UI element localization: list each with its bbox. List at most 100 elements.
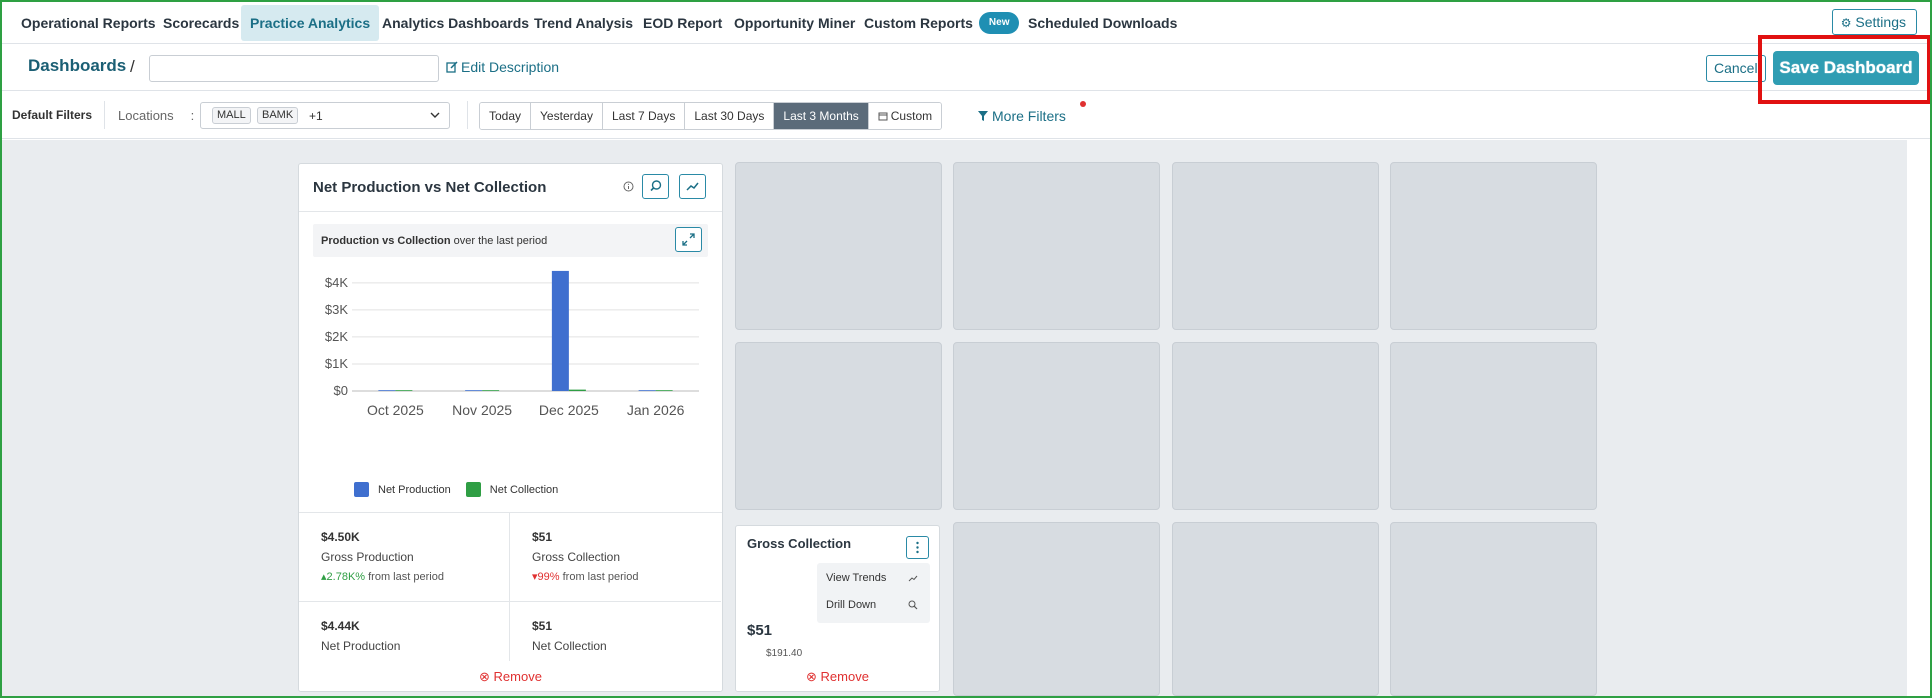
nav-scheduled-downloads[interactable]: Scheduled Downloads — [1019, 5, 1186, 41]
range-yesterday[interactable]: Yesterday — [531, 103, 603, 129]
calendar-icon — [878, 112, 888, 121]
locations-label: Locations: — [118, 108, 195, 123]
menu-item-view-trends[interactable]: View Trends — [826, 572, 918, 584]
range-last-30-days[interactable]: Last 30 Days — [685, 103, 775, 129]
legend-item-net-collection: Net Collection — [465, 482, 558, 497]
remove-card-button[interactable]: ⊗ Remove — [299, 661, 722, 691]
empty-tile[interactable] — [1172, 162, 1379, 330]
expand-chart-button[interactable] — [675, 227, 702, 252]
bar-net-collection — [655, 390, 673, 391]
nav-opportunity-miner[interactable]: Opportunity Miner — [725, 5, 864, 41]
menu-item-drill-down[interactable]: Drill Down — [826, 599, 918, 611]
empty-tile[interactable] — [735, 342, 942, 510]
card-title: Gross Collection — [747, 536, 852, 551]
magnifier-icon — [908, 600, 918, 610]
info-icon[interactable] — [623, 181, 634, 192]
divider — [467, 101, 468, 129]
nav-analytics-dashboards[interactable]: Analytics Dashboards — [373, 5, 538, 41]
empty-tile[interactable] — [1390, 342, 1597, 510]
empty-tile[interactable] — [1172, 522, 1379, 696]
view-trends-button[interactable] — [679, 174, 706, 199]
chart-legend: Net Production Net Collection — [354, 482, 573, 497]
scrollbar-track[interactable] — [1907, 140, 1930, 696]
kebab-icon — [916, 541, 919, 554]
close-circle-icon: ⊗ — [479, 669, 490, 684]
y-tick-label: $1K — [325, 356, 348, 371]
settings-button[interactable]: ⚙ Settings — [1831, 9, 1917, 35]
filter-indicator-dot — [1080, 101, 1086, 107]
magnifier-icon — [650, 180, 662, 192]
gear-icon: ⚙ — [1840, 16, 1852, 30]
location-chip: BAMK — [257, 107, 299, 124]
top-nav: Operational Reports Scorecards Practice … — [2, 2, 1930, 44]
bar-net-collection — [568, 389, 586, 391]
legend-swatch — [354, 482, 369, 497]
nav-operational-reports[interactable]: Operational Reports — [12, 5, 165, 41]
close-circle-icon: ⊗ — [806, 669, 817, 684]
remove-card-button[interactable]: ⊗ Remove — [736, 661, 939, 691]
chart-subtitle: Production vs Collection over the last p… — [321, 235, 548, 247]
edit-icon — [446, 61, 458, 73]
range-last-3-months[interactable]: Last 3 Months — [774, 103, 869, 129]
stat-gross-production: $4.50K Gross Production ▴2.78K% from las… — [299, 513, 510, 602]
date-range-group: Today Yesterday Last 7 Days Last 30 Days… — [479, 102, 943, 130]
bar-chart: $0 $1K $2K $3K $4K Oct 2025 Nov 2025 Dec 2025 Ja… — [325, 270, 699, 418]
y-tick-label: $3K — [325, 302, 348, 317]
trend-icon — [908, 575, 918, 582]
net-production-vs-collection-card: Net Production vs Net Collection Product… — [298, 163, 723, 692]
nav-custom-reports[interactable]: Custom Reports New — [855, 5, 1028, 41]
empty-tile[interactable] — [735, 162, 942, 330]
bar-net-production — [378, 390, 396, 391]
breadcrumb-dashboards[interactable]: Dashboards — [28, 56, 126, 76]
cancel-button[interactable]: Cancel — [1706, 55, 1766, 82]
range-custom[interactable]: Custom — [868, 103, 942, 129]
y-tick-label: $4K — [325, 275, 348, 290]
more-filters-button[interactable]: More Filters — [977, 108, 1066, 124]
x-tick-label: Oct 2025 — [367, 402, 424, 418]
divider — [104, 101, 105, 129]
filter-icon — [978, 111, 988, 121]
bar-net-collection — [395, 390, 413, 391]
default-filters-label: Default Filters — [12, 108, 93, 122]
nav-trend-analysis[interactable]: Trend Analysis — [525, 5, 642, 41]
empty-tile[interactable] — [953, 522, 1160, 696]
metric-comparison: $191.40 — [766, 648, 803, 659]
x-tick-label: Nov 2025 — [452, 402, 512, 418]
drill-down-button[interactable] — [642, 174, 669, 199]
card-title: Net Production vs Net Collection — [313, 179, 547, 196]
filter-bar: Default Filters Locations: MALL BAMK +1 … — [2, 92, 1930, 139]
card-menu-button[interactable] — [906, 536, 929, 559]
empty-tile[interactable] — [1390, 522, 1597, 696]
expand-icon — [682, 233, 695, 246]
locations-select[interactable]: MALL BAMK +1 — [200, 102, 450, 129]
breadcrumb-separator: / — [130, 57, 135, 76]
bar-net-production — [551, 270, 569, 391]
nav-scorecards[interactable]: Scorecards — [154, 5, 248, 41]
stat-gross-collection: $51 Gross Collection ▾99% from last peri… — [510, 513, 721, 602]
locations-more-count: +1 — [309, 109, 323, 123]
x-tick-label: Dec 2025 — [539, 402, 599, 418]
save-dashboard-button[interactable]: Save Dashboard — [1773, 51, 1919, 85]
trend-icon — [686, 182, 699, 191]
empty-tile[interactable] — [1390, 162, 1597, 330]
divider — [299, 211, 722, 212]
empty-tile[interactable] — [953, 342, 1160, 510]
chart-subtitle-row: Production vs Collection over the last p… — [313, 224, 708, 257]
nav-practice-analytics[interactable]: Practice Analytics — [241, 5, 380, 41]
dashboard-name-input[interactable] — [149, 55, 439, 82]
empty-tile[interactable] — [953, 162, 1160, 330]
range-last-7-days[interactable]: Last 7 Days — [602, 103, 686, 129]
chevron-down-icon — [430, 112, 440, 118]
y-tick-label: $2K — [325, 329, 348, 344]
location-chip: MALL — [212, 107, 251, 124]
empty-tile[interactable] — [1172, 342, 1379, 510]
edit-description-link[interactable]: Edit Description — [446, 59, 559, 75]
gross-collection-card: Gross Collection View Trends Drill Down … — [735, 525, 940, 692]
new-badge: New — [978, 12, 1020, 35]
dashboard-title-bar: Dashboards / Edit Description Cancel — [2, 45, 1930, 91]
metric-value: $51 — [747, 622, 773, 639]
bar-net-collection — [482, 390, 500, 391]
nav-eod-report[interactable]: EOD Report — [634, 5, 731, 41]
range-today[interactable]: Today — [480, 103, 532, 129]
legend-item-net-production: Net Production — [354, 482, 451, 497]
